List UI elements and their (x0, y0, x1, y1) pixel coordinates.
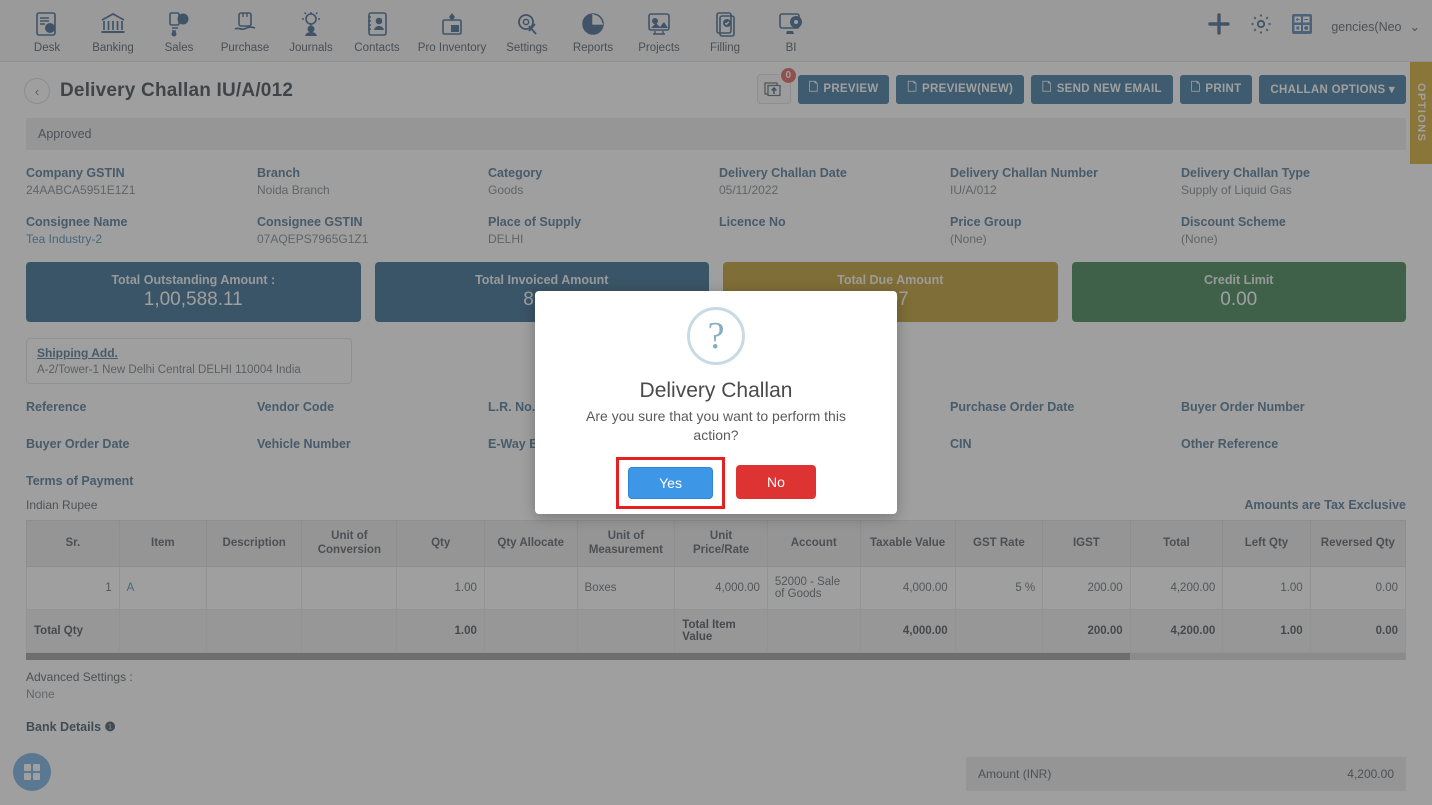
question-mark-icon: ? (687, 307, 745, 365)
no-button[interactable]: No (735, 465, 816, 500)
yes-button-highlight: Yes (616, 456, 725, 509)
confirmation-dialog: ? Delivery Challan Are you sure that you… (535, 291, 897, 514)
dialog-buttons: Yes No (616, 456, 816, 509)
dialog-title: Delivery Challan (639, 379, 793, 402)
dialog-message: Are you sure that you want to perform th… (586, 408, 846, 443)
yes-button[interactable]: Yes (628, 466, 713, 499)
